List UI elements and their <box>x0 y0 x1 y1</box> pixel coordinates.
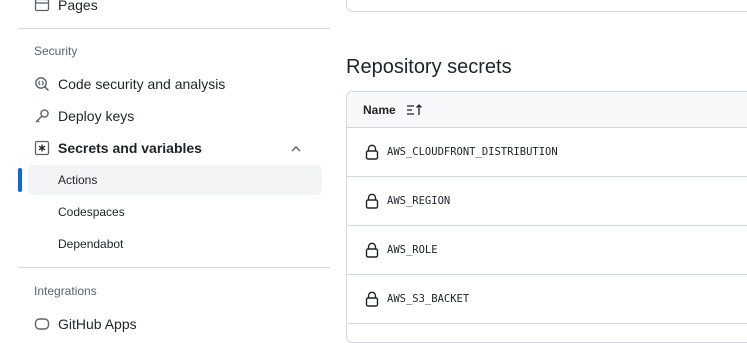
secret-name: AWS_ROLE <box>387 244 438 256</box>
sidebar-subitem-dependabot[interactable]: Dependabot <box>28 229 322 259</box>
browser-icon <box>33 0 51 14</box>
lock-icon <box>365 291 381 307</box>
table-row[interactable]: AWS_REGION <box>347 177 747 226</box>
table-header: Name <box>347 92 747 128</box>
lock-icon <box>365 144 381 160</box>
chevron-up-icon[interactable] <box>290 142 302 160</box>
sidebar-item-pages[interactable]: Pages <box>28 0 322 20</box>
table-row[interactable]: AWS_CLOUDFRONT_DISTRIBUTION <box>347 128 747 177</box>
sidebar-item-label: Code security and analysis <box>58 76 226 92</box>
previous-section-box <box>346 0 747 12</box>
sidebar-item-label: Pages <box>58 0 98 13</box>
sidebar-item-secrets-and-variables[interactable]: Secrets and variables <box>28 133 322 163</box>
sidebar-subitem-label: Dependabot <box>58 237 124 251</box>
divider <box>18 28 330 29</box>
sidebar-subitem-label: Actions <box>58 173 98 187</box>
secret-name: AWS_CLOUDFRONT_DISTRIBUTION <box>387 146 558 158</box>
sidebar-item-label: Secrets and variables <box>58 140 202 156</box>
table-row[interactable]: AWS_ROLE <box>347 226 747 275</box>
active-indicator <box>18 168 22 192</box>
settings-sidebar: Pages Security Code security and analysi… <box>0 0 332 332</box>
lock-icon <box>365 193 381 209</box>
sidebar-item-code-security[interactable]: Code security and analysis <box>28 69 322 99</box>
codescan-icon <box>33 75 51 93</box>
column-header-name: Name <box>363 102 396 117</box>
sidebar-subitem-label: Codespaces <box>58 205 125 219</box>
apps-icon <box>33 315 51 333</box>
sidebar-subitem-actions[interactable]: Actions <box>28 165 322 195</box>
main-content: Repository secrets Name AWS_CLOUDFRONT_D… <box>332 0 747 343</box>
sidebar-item-label: Deploy keys <box>58 108 135 124</box>
table-row[interactable]: AWS_S3_BACKET <box>347 275 747 324</box>
sidebar-subitem-codespaces[interactable]: Codespaces <box>28 197 322 227</box>
sidebar-item-deploy-keys[interactable]: Deploy keys <box>28 101 322 131</box>
page-title: Repository secrets <box>346 56 512 78</box>
section-heading-security: Security <box>34 44 78 58</box>
asterisk-icon <box>33 139 51 157</box>
sidebar-item-github-apps[interactable]: GitHub Apps <box>28 309 322 339</box>
secret-name: AWS_REGION <box>387 195 451 207</box>
lock-icon <box>365 242 381 258</box>
divider <box>18 267 330 268</box>
key-icon <box>33 107 51 125</box>
secrets-table: Name AWS_CLOUDFRONT_DISTRIBUTION AWS_REG… <box>346 91 747 343</box>
sort-ascending-icon[interactable] <box>406 103 424 117</box>
sidebar-item-label: GitHub Apps <box>58 316 137 332</box>
section-heading-integrations: Integrations <box>34 284 97 298</box>
secret-name: AWS_S3_BACKET <box>387 293 470 305</box>
